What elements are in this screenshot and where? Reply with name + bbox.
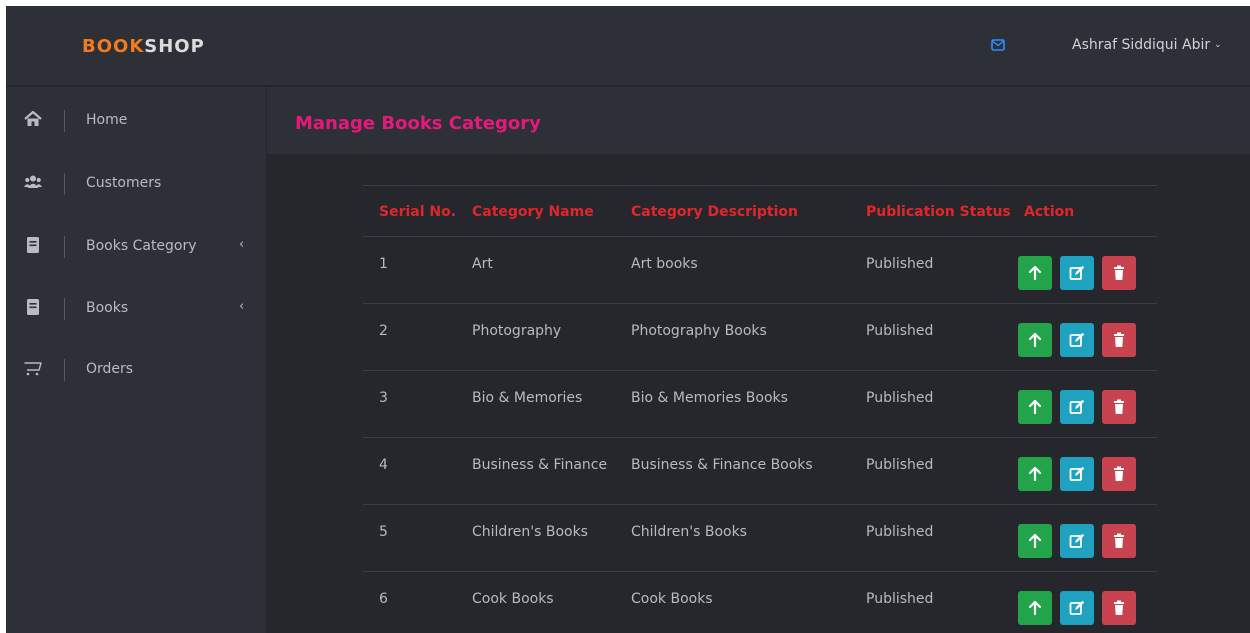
publish-button[interactable] bbox=[1018, 457, 1052, 491]
top-navbar: BOOKSHOP Ashraf Siddiqui Abir ⌄ bbox=[6, 6, 1250, 86]
cell-category-description: Business & Finance Books bbox=[631, 457, 813, 473]
cell-category-description: Children's Books bbox=[631, 524, 747, 540]
delete-button[interactable] bbox=[1102, 591, 1136, 625]
sidebar-divider bbox=[64, 110, 65, 132]
publish-button[interactable] bbox=[1018, 591, 1052, 625]
delete-button[interactable] bbox=[1102, 457, 1136, 491]
cell-category-description: Bio & Memories Books bbox=[631, 390, 788, 406]
column-header-status: Publication Status bbox=[866, 204, 1011, 220]
delete-button[interactable] bbox=[1102, 390, 1136, 424]
publish-button[interactable] bbox=[1018, 524, 1052, 558]
delete-button[interactable] bbox=[1102, 256, 1136, 290]
home-icon bbox=[24, 110, 42, 126]
cell-category-name: Bio & Memories bbox=[472, 390, 583, 406]
app-frame: BOOKSHOP Ashraf Siddiqui Abir ⌄ Home Cus… bbox=[6, 6, 1250, 633]
table-row: 3 Bio & Memories Bio & Memories Books Publi… bbox=[363, 371, 1157, 438]
column-header-name: Category Name bbox=[472, 204, 594, 220]
sidebar-item-books-category[interactable]: Books Category ‹ bbox=[6, 226, 266, 266]
chevron-left-icon: ‹ bbox=[239, 299, 245, 314]
sidebar-item-customers[interactable]: Customers bbox=[6, 163, 266, 203]
chevron-left-icon: ‹ bbox=[239, 237, 245, 252]
column-header-description: Category Description bbox=[631, 204, 799, 220]
user-name: Ashraf Siddiqui Abir bbox=[1072, 37, 1211, 53]
cell-category-name: Business & Finance bbox=[472, 457, 608, 473]
sidebar-divider bbox=[64, 236, 65, 258]
column-header-action: Action bbox=[1024, 204, 1075, 220]
cell-serial: 1 bbox=[379, 256, 388, 272]
cell-category-name: Cook Books bbox=[472, 591, 554, 607]
cell-category-name: Photography bbox=[472, 323, 562, 339]
brand-part-2: SHOP bbox=[144, 36, 205, 57]
table-row: 4 Business & Finance Business & Finance Bo… bbox=[363, 438, 1157, 505]
sidebar-item-orders[interactable]: Orders bbox=[6, 349, 266, 389]
brand-logo[interactable]: BOOKSHOP bbox=[82, 36, 205, 57]
sidebar-item-label: Home bbox=[86, 112, 128, 128]
edit-button[interactable] bbox=[1060, 256, 1094, 290]
sidebar-item-books[interactable]: Books ‹ bbox=[6, 288, 266, 328]
cell-serial: 3 bbox=[379, 390, 388, 406]
cart-icon bbox=[24, 362, 42, 376]
user-menu[interactable]: Ashraf Siddiqui Abir ⌄ bbox=[1072, 37, 1222, 53]
sidebar-item-label: Customers bbox=[86, 175, 162, 191]
sidebar-divider bbox=[64, 359, 65, 381]
table-row: 2 Photography Photography Books Published bbox=[363, 304, 1157, 371]
column-header-serial: Serial No. bbox=[379, 204, 457, 220]
cell-category-name: Art bbox=[472, 256, 493, 272]
cell-publication-status: Published bbox=[866, 591, 934, 607]
book-icon bbox=[27, 237, 39, 253]
delete-button[interactable] bbox=[1102, 524, 1136, 558]
cell-category-description: Cook Books bbox=[631, 591, 713, 607]
brand-part-1: BOOK bbox=[82, 36, 145, 57]
sidebar: Home Customers Books Category ‹ Books ‹ … bbox=[6, 87, 266, 633]
sidebar-item-label: Books bbox=[86, 300, 129, 316]
cell-publication-status: Published bbox=[866, 323, 934, 339]
cell-publication-status: Published bbox=[866, 524, 934, 540]
page-header: Manage Books Category bbox=[267, 87, 1250, 154]
sidebar-divider bbox=[64, 298, 65, 320]
cell-category-name: Children's Books bbox=[472, 524, 588, 540]
book-icon bbox=[27, 299, 39, 315]
edit-button[interactable] bbox=[1060, 323, 1094, 357]
edit-button[interactable] bbox=[1060, 457, 1094, 491]
publish-button[interactable] bbox=[1018, 256, 1052, 290]
publish-button[interactable] bbox=[1018, 390, 1052, 424]
publish-button[interactable] bbox=[1018, 323, 1052, 357]
edit-button[interactable] bbox=[1060, 591, 1094, 625]
cell-publication-status: Published bbox=[866, 256, 934, 272]
users-icon bbox=[24, 175, 42, 188]
sidebar-item-label: Orders bbox=[86, 361, 134, 377]
table-row: 6 Cook Books Cook Books Published bbox=[363, 572, 1157, 633]
edit-button[interactable] bbox=[1060, 524, 1094, 558]
delete-button[interactable] bbox=[1102, 323, 1136, 357]
sidebar-item-label: Books Category bbox=[86, 238, 197, 254]
cell-serial: 4 bbox=[379, 457, 388, 473]
envelope-icon[interactable] bbox=[991, 39, 1005, 51]
edit-button[interactable] bbox=[1060, 390, 1094, 424]
cell-publication-status: Published bbox=[866, 390, 934, 406]
sidebar-divider bbox=[64, 173, 65, 195]
page-title: Manage Books Category bbox=[295, 113, 541, 134]
sidebar-item-home[interactable]: Home bbox=[6, 100, 266, 140]
cell-category-description: Photography Books bbox=[631, 323, 767, 339]
table-header-row: Serial No. Category Name Category Descri… bbox=[363, 185, 1157, 237]
cell-serial: 2 bbox=[379, 323, 388, 339]
table-row: 1 Art Art books Published bbox=[363, 237, 1157, 304]
cell-serial: 5 bbox=[379, 524, 388, 540]
cell-serial: 6 bbox=[379, 591, 388, 607]
chevron-down-icon: ⌄ bbox=[1214, 40, 1222, 50]
cell-category-description: Art books bbox=[631, 256, 698, 272]
table-row: 5 Children's Books Children's Books Publish… bbox=[363, 505, 1157, 572]
cell-publication-status: Published bbox=[866, 457, 934, 473]
